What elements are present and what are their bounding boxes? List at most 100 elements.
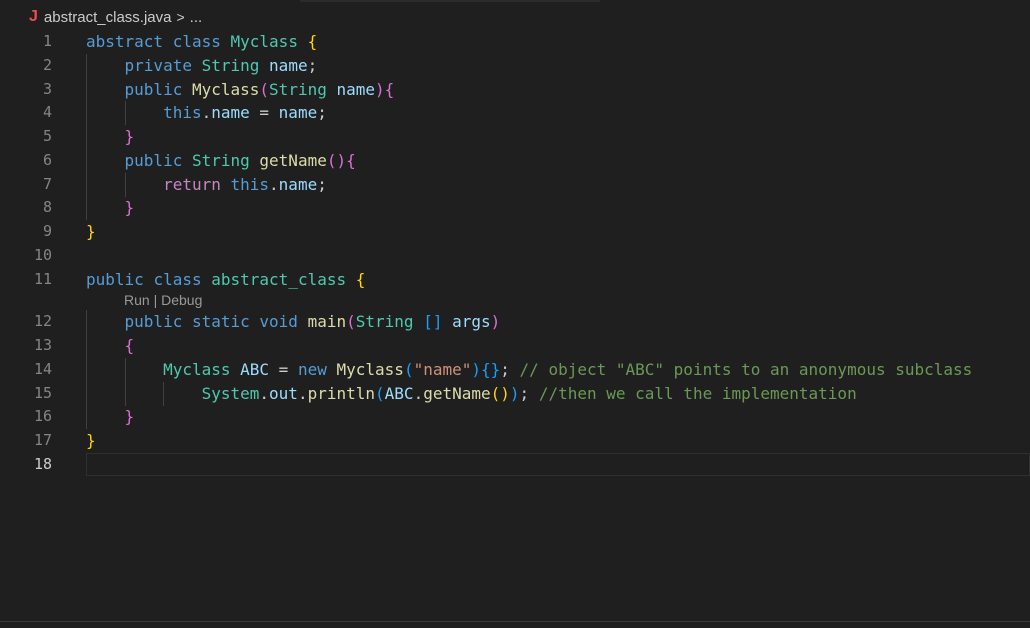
codelens-debug[interactable]: Debug bbox=[161, 292, 202, 308]
code-line[interactable]: 5 } bbox=[0, 125, 1030, 149]
code-token: [] bbox=[423, 312, 443, 332]
code-token: public bbox=[124, 150, 183, 170]
code-text: this.name = name; bbox=[86, 101, 327, 125]
code-line[interactable]: 11 public class abstract_class { bbox=[0, 268, 1030, 292]
code-token: = bbox=[269, 359, 298, 379]
code-token: () bbox=[326, 150, 347, 170]
code-line[interactable]: 14 Myclass ABC = new Myclass("name"){}; … bbox=[0, 358, 1030, 382]
code-line[interactable]: 15 System.out.println(ABC.getName()); //… bbox=[0, 382, 1030, 406]
code-text: System.out.println(ABC.getName()); //the… bbox=[86, 382, 857, 406]
code-line[interactable]: 8 } bbox=[0, 196, 1030, 220]
code-token: = bbox=[249, 103, 279, 123]
code-token: out bbox=[269, 383, 298, 403]
code-text: public static void main(String [] args) bbox=[86, 310, 501, 334]
indent-guide bbox=[124, 101, 126, 125]
code-token: static bbox=[191, 312, 250, 332]
line-number: 12 bbox=[33, 312, 52, 331]
code-token: private bbox=[124, 55, 192, 75]
codelens-run-debug: Run | Debug bbox=[0, 291, 1030, 310]
code-token: //then we call the implementation bbox=[538, 383, 857, 403]
codelens-run[interactable]: Run bbox=[124, 292, 150, 308]
code-text: public Myclass(String name){ bbox=[86, 78, 395, 102]
indent-guide bbox=[86, 54, 87, 220]
code-token: ABC bbox=[240, 359, 270, 379]
code-token: getName bbox=[259, 150, 327, 170]
code-text: } bbox=[86, 125, 135, 149]
code-token: Myclass bbox=[163, 359, 231, 379]
line-number: 17 bbox=[33, 431, 52, 449]
code-token: Myclass bbox=[336, 359, 404, 379]
code-line[interactable]: 6 public String getName(){ bbox=[0, 149, 1030, 173]
code-token: ; bbox=[500, 359, 520, 379]
code-line[interactable]: 1 abstract class Myclass { bbox=[0, 30, 1030, 54]
line-number: 14 bbox=[33, 359, 52, 378]
code-token: main bbox=[307, 312, 347, 332]
code-editor[interactable]: 1 abstract class Myclass {2 private Strin… bbox=[0, 30, 1030, 477]
code-token: ) bbox=[509, 383, 520, 403]
code-line[interactable]: 4 this.name = name; bbox=[0, 101, 1030, 125]
code-token: Myclass bbox=[230, 32, 298, 51]
code-line[interactable]: 13 { bbox=[0, 334, 1030, 358]
line-number: 1 bbox=[42, 32, 52, 50]
code-line[interactable]: 10 bbox=[0, 244, 1030, 268]
code-token: { bbox=[384, 79, 395, 99]
line-number: 8 bbox=[42, 198, 52, 217]
code-line[interactable]: 18 bbox=[0, 452, 1030, 477]
code-token: this bbox=[163, 103, 202, 123]
breadcrumb-file[interactable]: abstract_class.java bbox=[44, 9, 172, 26]
chevron-right-icon: > bbox=[176, 9, 185, 25]
code-token: . bbox=[413, 383, 424, 403]
code-line[interactable]: 9} bbox=[0, 220, 1030, 244]
code-line[interactable]: 2 private String name; bbox=[0, 54, 1030, 78]
code-line[interactable]: 16 } bbox=[0, 405, 1030, 429]
code-token: return bbox=[163, 174, 221, 194]
breadcrumb[interactable]: J abstract_class.java > ... bbox=[0, 0, 1030, 34]
code-line[interactable]: 7 return this.name; bbox=[0, 173, 1030, 197]
line-number: 2 bbox=[42, 55, 52, 74]
code-token: name bbox=[278, 174, 318, 194]
panel-border bbox=[0, 621, 1030, 628]
code-token: } bbox=[124, 127, 135, 146]
code-text: return this.name; bbox=[86, 173, 327, 197]
code-text: private String name; bbox=[86, 54, 318, 78]
code-token: class bbox=[153, 269, 202, 289]
code-text: public String getName(){ bbox=[86, 149, 356, 173]
code-text: } bbox=[86, 220, 96, 244]
indent-guide bbox=[124, 358, 126, 406]
indent-guide bbox=[86, 310, 87, 429]
code-token: } bbox=[86, 222, 96, 241]
code-token: name bbox=[336, 79, 376, 99]
code-token: ; bbox=[307, 55, 318, 75]
code-token: {} bbox=[481, 359, 501, 379]
line-number: 15 bbox=[33, 383, 52, 402]
code-line[interactable]: 12 public static void main(String [] arg… bbox=[0, 310, 1030, 334]
breadcrumb-more[interactable]: ... bbox=[190, 9, 203, 26]
code-line[interactable]: 17} bbox=[0, 429, 1030, 453]
code-token: () bbox=[490, 383, 510, 403]
code-token: ; bbox=[317, 174, 327, 194]
line-number: 16 bbox=[33, 407, 52, 426]
line-number: 18 bbox=[33, 454, 52, 473]
line-number: 5 bbox=[42, 127, 52, 145]
code-text: Myclass ABC = new Myclass("name"){}; // … bbox=[86, 358, 972, 382]
code-token: name bbox=[211, 103, 250, 123]
code-token: abstract bbox=[86, 32, 164, 51]
code-token: ) bbox=[471, 359, 482, 379]
code-line[interactable]: 3 public Myclass(String name){ bbox=[0, 78, 1030, 102]
code-token: ( bbox=[375, 383, 385, 403]
